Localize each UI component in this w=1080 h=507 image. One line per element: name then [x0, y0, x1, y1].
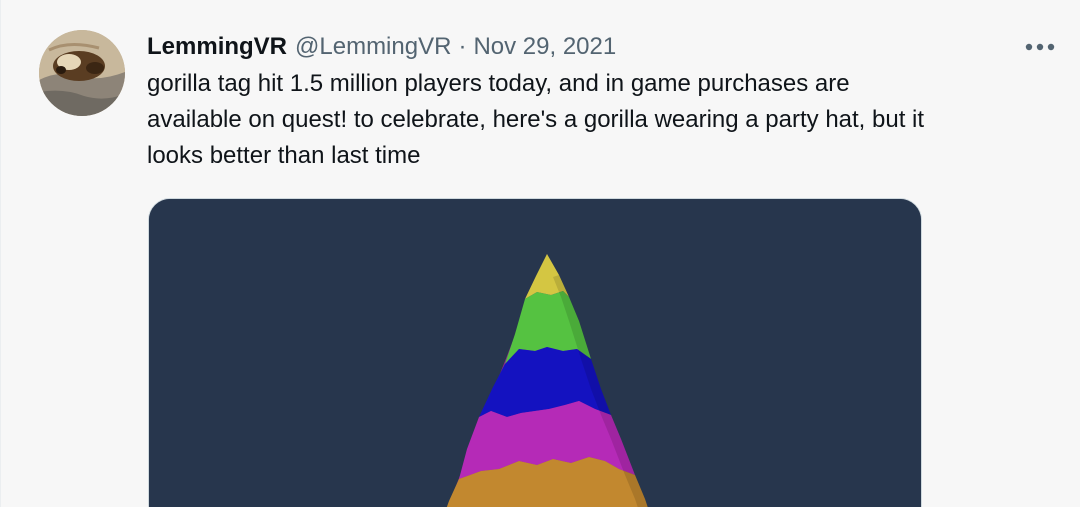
- more-options-button[interactable]: [1020, 30, 1060, 64]
- avatar[interactable]: [39, 30, 125, 116]
- party-hat-image: [149, 199, 921, 507]
- user-handle[interactable]: @LemmingVR: [295, 33, 451, 61]
- more-horizontal-icon: [1025, 43, 1055, 51]
- tweet-text: gorilla tag hit 1.5 million players toda…: [147, 70, 925, 169]
- tweet-card[interactable]: LemmingVR @LemmingVR · Nov 29, 2021 gori…: [0, 0, 1080, 507]
- tweet-media[interactable]: [148, 198, 922, 507]
- tweet-header: LemmingVR @LemmingVR · Nov 29, 2021: [147, 30, 616, 64]
- avatar-image: [39, 30, 125, 116]
- separator-dot: ·: [458, 33, 467, 60]
- display-name[interactable]: LemmingVR: [147, 33, 287, 61]
- tweet-date[interactable]: Nov 29, 2021: [473, 33, 616, 61]
